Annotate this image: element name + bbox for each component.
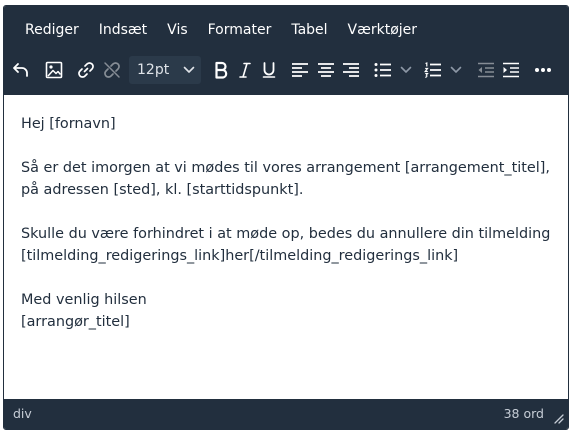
italic-icon <box>239 62 251 78</box>
statusbar: div 38 ord <box>4 399 568 429</box>
greeting-text: Hej [fornavn] <box>21 116 116 132</box>
closing-line-2: [arrangør_titel] <box>21 314 130 330</box>
word-count: 38 ord <box>503 406 544 421</box>
cancel-paragraph: Skulle du være forhindret i at møde op, … <box>21 223 551 267</box>
align-right-button[interactable] <box>339 55 363 85</box>
menu-tabel[interactable]: Tabel <box>281 17 337 43</box>
outdent-icon <box>478 62 494 78</box>
closing-paragraph: Med venlig hilsen [arrangør_titel] <box>21 289 551 333</box>
numbered-list-button[interactable] <box>421 55 445 85</box>
event-line-1: Så er det imorgen at vi mødes til vores … <box>21 160 550 176</box>
resize-handle-icon[interactable] <box>552 412 564 424</box>
insert-link-button[interactable] <box>72 55 100 85</box>
bullet-list-icon <box>374 63 391 77</box>
menu-rediger[interactable]: Rediger <box>15 17 89 43</box>
bullet-list-button[interactable] <box>371 55 395 85</box>
event-paragraph: Så er det imorgen at vi mødes til vores … <box>21 157 551 201</box>
bold-button[interactable] <box>208 55 234 85</box>
underline-icon <box>262 62 276 78</box>
chevron-down-icon <box>400 66 412 73</box>
image-icon <box>45 61 63 79</box>
element-path[interactable]: div <box>13 406 32 421</box>
event-line-2: på adressen [sted], kl. [starttidspunkt]… <box>21 182 304 198</box>
menu-vaerktoejer[interactable]: Værktøjer <box>338 17 428 43</box>
editor-header: Rediger Indsæt Vis Formater Tabel Værktø… <box>4 6 568 95</box>
undo-icon <box>13 63 28 77</box>
menu-indsaet[interactable]: Indsæt <box>89 17 157 43</box>
outdent-button[interactable] <box>474 55 498 85</box>
rich-text-editor: Rediger Indsæt Vis Formater Tabel Værktø… <box>3 5 569 430</box>
link-icon <box>78 62 94 78</box>
menubar: Rediger Indsæt Vis Formater Tabel Værktø… <box>15 17 427 43</box>
align-left-button[interactable] <box>288 55 312 85</box>
font-size-value: 12pt <box>137 62 170 78</box>
align-center-button[interactable] <box>314 55 338 85</box>
chevron-down-icon <box>183 66 195 73</box>
more-icon <box>535 68 551 72</box>
bold-icon <box>215 61 228 79</box>
cancel-line-1: Skulle du være forhindret i at møde op, … <box>21 226 551 242</box>
numbered-list-dropdown[interactable] <box>448 55 464 85</box>
closing-line-1: Med venlig hilsen <box>21 292 147 308</box>
insert-image-button[interactable] <box>40 55 68 85</box>
remove-link-button[interactable] <box>98 55 126 85</box>
chevron-down-icon <box>450 66 462 73</box>
align-left-icon <box>292 63 308 77</box>
toolbar: 12pt <box>4 52 568 88</box>
greeting-paragraph: Hej [fornavn] <box>21 113 551 135</box>
underline-button[interactable] <box>256 55 282 85</box>
menu-vis[interactable]: Vis <box>157 17 197 43</box>
more-button[interactable] <box>529 55 557 85</box>
italic-button[interactable] <box>232 55 258 85</box>
bullet-list-dropdown[interactable] <box>398 55 414 85</box>
editor-content[interactable]: Hej [fornavn] Så er det imorgen at vi mø… <box>4 95 568 401</box>
menu-formater[interactable]: Formater <box>198 17 282 43</box>
font-size-select[interactable]: 12pt <box>129 56 201 84</box>
align-center-icon <box>318 63 334 77</box>
align-right-icon <box>343 63 359 77</box>
numbered-list-icon <box>424 62 441 78</box>
undo-button[interactable] <box>7 55 35 85</box>
unlink-icon <box>104 62 120 78</box>
cancel-line-2: [tilmelding_redigerings_link]her[/tilmel… <box>21 248 459 264</box>
indent-button[interactable] <box>499 55 523 85</box>
indent-icon <box>503 62 519 78</box>
